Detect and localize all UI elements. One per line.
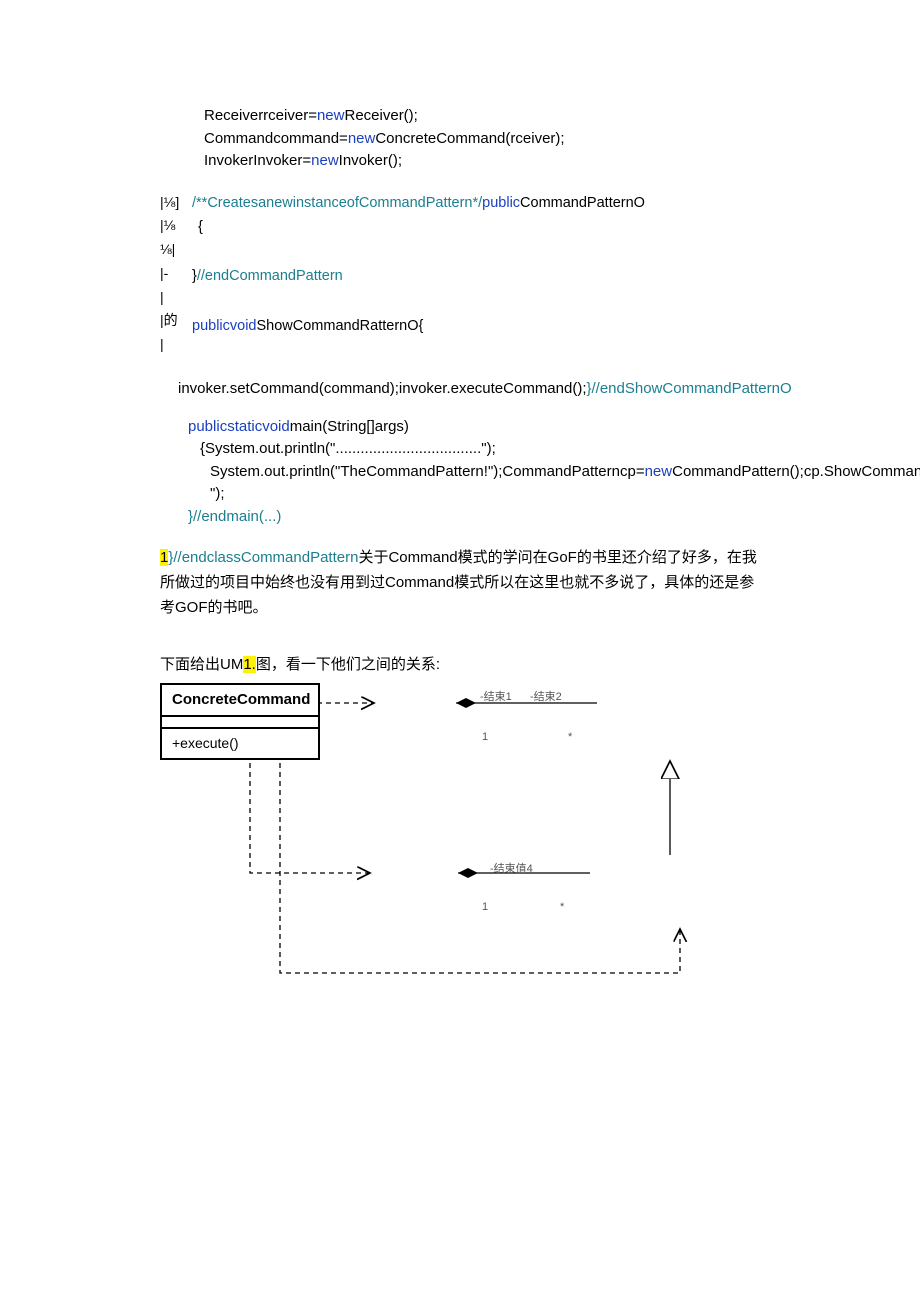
highlight-text: 1. <box>243 656 256 673</box>
comment: }//endclassCommandPattern <box>168 549 358 566</box>
keyword-publicvoid: publicvoid <box>192 318 257 334</box>
margin-markers: |⅛] |⅛ ⅛| |- | |的 | <box>160 191 192 358</box>
code-line: Receiverrceiver=newReceiver(); <box>204 105 760 128</box>
class-attrs <box>162 717 318 729</box>
multiplicity: 1 <box>482 899 488 916</box>
code-text: System.out.println("TheCommandPattern!")… <box>210 463 645 480</box>
paragraph: 1}//endclassCommandPattern关于Command模式的学问… <box>160 546 760 620</box>
margin-marker: |⅛] <box>160 191 192 215</box>
code-text: main(String[]args) <box>290 418 409 435</box>
margin-marker: |⅛ <box>160 214 192 238</box>
keyword-new: new <box>311 152 339 169</box>
keyword-publicstaticvoid: publicstaticvoid <box>188 418 290 435</box>
comment: }//endShowCommandPatternO <box>587 380 792 397</box>
code-text: ShowCommandRatternO{ <box>257 318 424 334</box>
body-text: 下面给出UM <box>160 656 243 673</box>
uml-intro: 下面给出UM1.图，看一下他们之间的关系: <box>160 654 760 677</box>
class-box-concretecommand: ConcreteCommand +execute() <box>160 683 320 761</box>
assoc-label: -结束2 <box>530 689 562 706</box>
code-line: InvokerInvoker=newInvoker(); <box>204 150 760 173</box>
code-text: {System.out.println("...................… <box>200 440 496 457</box>
keyword-new: new <box>645 463 673 480</box>
margin-marker: |- <box>160 262 192 286</box>
code-text: Invoker(); <box>339 152 402 169</box>
keyword-new: new <box>348 130 376 147</box>
comment: //endCommandPattern <box>197 268 343 284</box>
margin-marker: | <box>160 286 192 310</box>
keyword-new: new <box>317 107 345 124</box>
code-line: invoker.setCommand(command);invoker.exec… <box>178 377 760 402</box>
body-text: 图，看一下他们之间的关系: <box>256 656 440 673</box>
assoc-label: -结束1 <box>480 689 512 706</box>
uml-diagram: CommandPattern Invoker Command +execute(… <box>160 683 760 1003</box>
code-block: |⅛] |⅛ ⅛| |- | |的 | /**Createsanewinstan… <box>160 191 760 363</box>
code-text: Receiverrceiver= <box>204 107 317 124</box>
class-op: +execute() <box>162 729 318 758</box>
assoc-label: -结束值4 <box>490 861 533 878</box>
margin-marker: ⅛| <box>160 238 192 262</box>
comment: /**CreatesanewinstanceofCommandPattern*/ <box>192 195 482 211</box>
multiplicity: 1 <box>482 729 488 746</box>
keyword-public: public <box>482 195 520 211</box>
code-text: ConcreteCommand(rceiver); <box>375 130 564 147</box>
multiplicity: * <box>560 899 564 916</box>
multiplicity: * <box>568 729 572 746</box>
code-text: { <box>192 215 645 240</box>
code-text: InvokerInvoker= <box>204 152 311 169</box>
margin-marker: | <box>160 333 192 357</box>
code-block: publicstaticvoidmain(String[]args) {Syst… <box>188 416 760 529</box>
code-line: Commandcommand=newConcreteCommand(rceive… <box>204 128 760 151</box>
code-text: Commandcommand= <box>204 130 348 147</box>
code-text: invoker.setCommand(command);invoker.exec… <box>178 380 587 397</box>
code-text: CommandPatternO <box>520 195 645 211</box>
class-name: ConcreteCommand <box>162 685 318 718</box>
code-column: /**CreatesanewinstanceofCommandPattern*/… <box>192 191 645 363</box>
margin-marker: |的 <box>160 309 192 333</box>
comment: }//endmain(...) <box>188 506 760 529</box>
code-text: Receiver(); <box>345 107 418 124</box>
